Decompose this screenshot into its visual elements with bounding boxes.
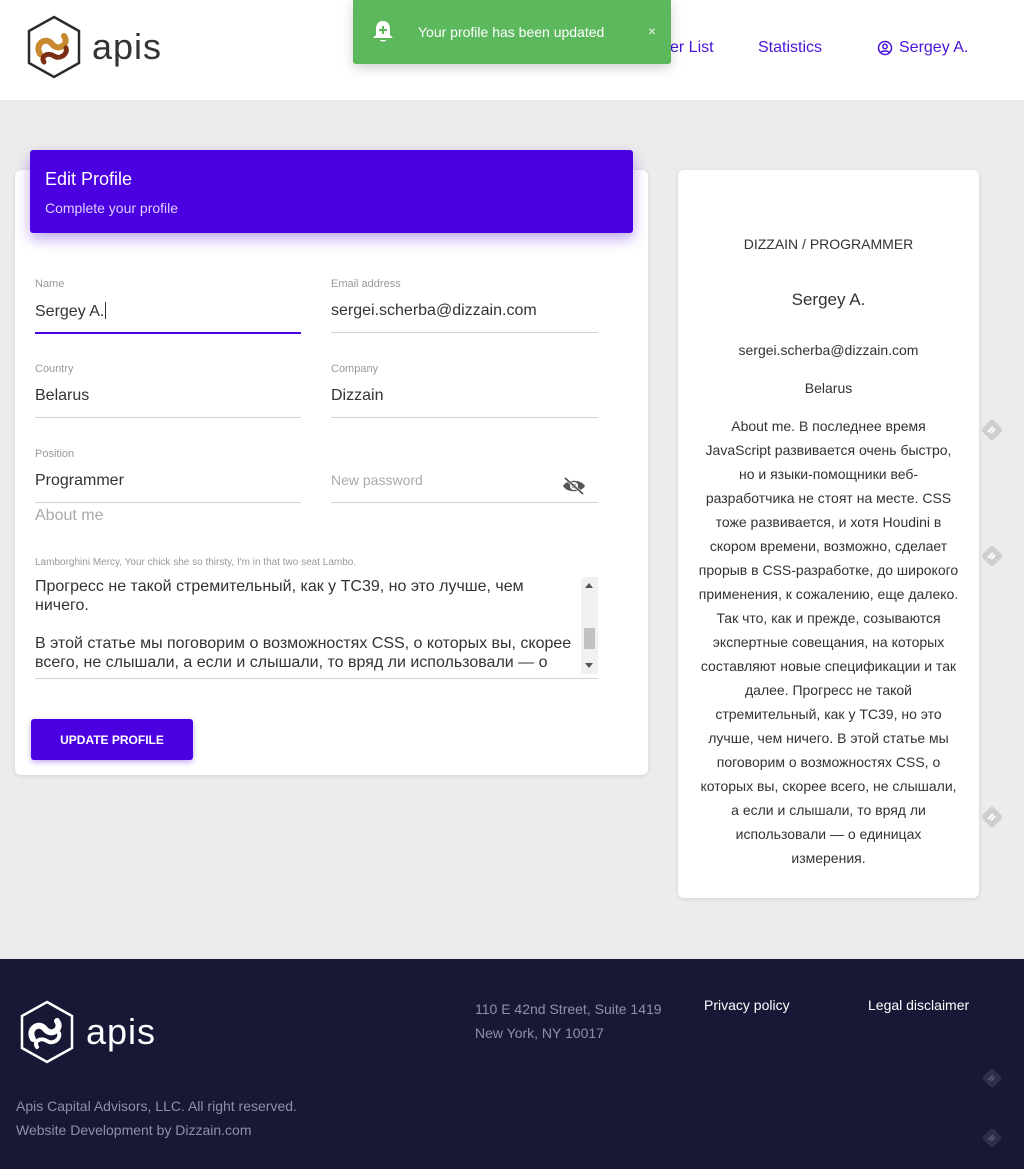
footer-copyright: Apis Capital Advisors, LLC. All right re… [16,1094,297,1142]
scroll-up-icon[interactable] [585,583,593,588]
company-label: Company [331,363,379,375]
footer: apis 110 E 42nd Street, Suite 1419 New Y… [0,959,1024,1169]
nav-user-label: Sergey A. [899,39,969,56]
email-field[interactable]: Email address sergei.scherba@dizzain.com [331,278,598,333]
position-label: Position [35,448,75,460]
feedback-icon[interactable] [980,1126,1004,1150]
country-input[interactable]: Belarus [35,387,301,409]
edit-profile-header: Edit Profile Complete your profile [30,150,633,233]
country-field[interactable]: Country Belarus [35,363,301,418]
logo-text: apis [92,26,163,67]
bell-plus-icon [373,21,393,42]
company-field[interactable]: Company Dizzain [331,363,598,418]
textarea-scrollbar[interactable] [581,577,598,674]
footer-address: 110 E 42nd Street, Suite 1419 New York, … [475,997,662,1045]
name-field[interactable]: Name Sergey A. [35,278,301,334]
country-label: Country [35,363,74,375]
footer-logo-text: apis [86,1011,157,1052]
company-input[interactable]: Dizzain [331,387,598,409]
feedback-icon[interactable] [979,417,1005,443]
footer-logo[interactable]: apis [16,999,156,1065]
profile-email: sergei.scherba@dizzain.com [738,342,919,358]
profile-card: DIZZAIN / PROGRAMMER Sergey A. sergei.sc… [678,170,979,898]
edit-profile-title: Edit Profile [45,169,133,189]
email-label: Email address [331,278,401,290]
password-input[interactable]: New password [331,472,598,496]
notification-toast: Your profile has been updated × [353,0,671,64]
feedback-icon[interactable] [979,543,1005,569]
nav-user-menu[interactable]: Sergey A. [877,39,968,57]
developer-credit: Website Development by Dizzain.com [16,1122,252,1138]
footer-address-line1: 110 E 42nd Street, Suite 1419 [475,1001,662,1017]
scroll-down-icon[interactable] [585,663,593,668]
nav-statistics[interactable]: Statistics [758,39,822,57]
logo-icon [20,1000,74,1064]
about-me-label: About me [35,507,104,524]
footer-address-line2: New York, NY 10017 [475,1025,604,1041]
position-field[interactable]: Position Programmer [35,448,301,503]
name-label: Name [35,278,65,290]
profile-about: About me. В последнее время JavaScript р… [698,418,959,866]
profile-name: Sergey A. [791,290,866,309]
toast-close-button[interactable]: × [648,23,656,39]
about-textarea[interactable]: Прогресс не такой стремительный, как у T… [35,577,598,679]
feedback-icon[interactable] [980,1066,1004,1090]
eye-off-icon[interactable] [562,476,586,496]
user-circle-icon [877,40,893,56]
position-input[interactable]: Programmer [35,472,301,494]
password-placeholder: New password [331,472,423,488]
name-input[interactable]: Sergey A. [35,302,301,324]
password-field[interactable]: New password [331,448,598,503]
scroll-thumb[interactable] [584,628,595,649]
edit-profile-subtitle: Complete your profile [45,200,179,216]
feedback-icon[interactable] [979,804,1005,830]
about-textarea-text: Прогресс не такой стремительный, как у T… [35,578,572,671]
profile-country: Belarus [804,380,853,396]
privacy-policy-link[interactable]: Privacy policy [704,997,790,1013]
logo-icon [27,15,81,79]
email-input[interactable]: sergei.scherba@dizzain.com [331,302,598,324]
logo[interactable]: apis [24,14,162,80]
profile-role: DIZZAIN / PROGRAMMER [743,236,914,252]
about-sublabel: Lamborghini Mercy, Your chick she so thi… [35,557,357,568]
update-profile-button[interactable]: UPDATE PROFILE [31,719,193,760]
toast-message: Your profile has been updated [418,24,605,40]
nav-user-list[interactable]: er List [670,39,714,57]
copyright-text: Apis Capital Advisors, LLC. All right re… [16,1098,297,1114]
legal-disclaimer-link[interactable]: Legal disclaimer [868,997,969,1013]
